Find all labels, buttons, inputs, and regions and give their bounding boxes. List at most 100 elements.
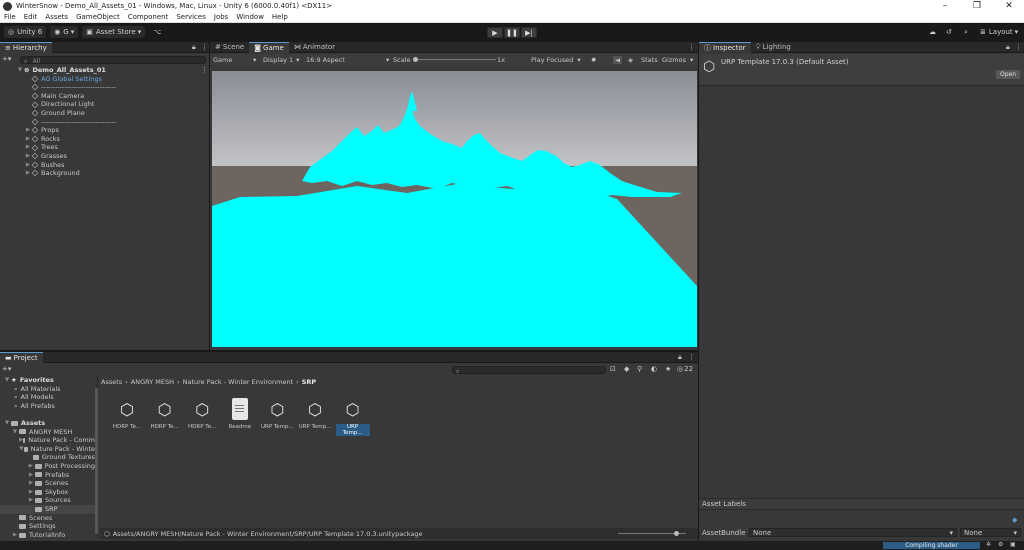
hierarchy-item[interactable]: ▶ Background [24, 169, 204, 178]
project-tree-item[interactable]: SRP [0, 505, 95, 514]
menu-component[interactable]: Component [124, 13, 173, 21]
hierarchy-item[interactable]: Directional Light [24, 100, 204, 109]
fold-closed-icon[interactable]: ▶ [27, 471, 35, 480]
asset-item[interactable]: ⬡ HDRP Te... [148, 396, 182, 431]
breadcrumb-srp[interactable]: SRP [302, 378, 316, 386]
lock-icon[interactable]: 🔒︎ [1006, 43, 1010, 52]
search-by-label-icon[interactable]: ◆ [624, 365, 629, 373]
project-tree-item[interactable]: ▶ Nature Pack - Comm [19, 436, 95, 445]
project-tree-item[interactable]: ▼ Assets [3, 419, 95, 428]
aspect-dropdown[interactable]: 16:9 Aspect ▾ [306, 56, 389, 64]
open-button[interactable]: Open [996, 70, 1020, 79]
unity-version-button[interactable]: ◎ Unity 6 [4, 26, 47, 38]
fold-open-icon[interactable]: ▼ [11, 428, 19, 437]
hierarchy-item[interactable]: ▶ Props [24, 126, 204, 135]
project-tree-item[interactable]: ▼ Nature Pack - Winte [19, 445, 95, 454]
tab-lighting[interactable]: 💡︎ Lighting [751, 42, 796, 53]
hierarchy-item[interactable]: -------------------------------- [24, 118, 204, 127]
add-object-button[interactable]: +▾ [2, 55, 11, 63]
hierarchy-item[interactable]: Ground Plane [24, 109, 204, 118]
tab-inspector[interactable]: ⓘ Inspector [699, 41, 751, 53]
visibility-count[interactable]: ◎ 22 [677, 365, 693, 373]
asset-bundle-dropdown[interactable]: None ▾ [749, 528, 957, 537]
step-button[interactable]: ▶| [521, 27, 537, 38]
asset-item[interactable]: ⬡ URP Temp... [260, 396, 294, 431]
project-tree-item[interactable]: Scenes [11, 514, 95, 523]
version-control-button[interactable]: ⌥ [149, 26, 165, 38]
menu-jobs[interactable]: Jobs [210, 13, 232, 21]
fold-closed-icon[interactable]: ▶ [27, 496, 35, 505]
project-tree-item[interactable]: Settings [11, 522, 95, 531]
project-tree-item[interactable]: ▶ Prefabs [27, 471, 95, 480]
project-tree-item[interactable]: ▶ Post Processing [27, 462, 95, 471]
asset-item[interactable]: ⬡ HDRP Te... [110, 396, 144, 431]
tab-animator[interactable]: ⋈ Animator [289, 42, 340, 53]
hierarchy-item[interactable]: Main Camera [24, 92, 204, 101]
favorite-item[interactable]: ⌕ All Models [14, 393, 54, 402]
display-dropdown[interactable]: Display 1 ▾ [263, 56, 299, 64]
breadcrumb-angry-mesh[interactable]: ANGRY MESH [131, 378, 174, 386]
mute-audio-button[interactable]: ◄ [613, 55, 622, 64]
more-icon[interactable]: ⋮ [688, 353, 695, 361]
close-icon[interactable]: ✕ [994, 0, 1024, 12]
bug-icon[interactable]: ✹ [591, 56, 596, 64]
more-icon[interactable]: ⋮ [688, 43, 695, 51]
layers-icon[interactable]: ◈ [628, 56, 633, 64]
menu-assets[interactable]: Assets [41, 13, 72, 21]
fold-closed-icon[interactable]: ▶ [24, 152, 32, 161]
project-tree-item[interactable]: ▶ Skybox [27, 488, 95, 497]
menu-window[interactable]: Window [232, 13, 268, 21]
maximize-icon[interactable]: ❐ [962, 0, 992, 12]
fold-closed-icon[interactable]: ▶ [11, 531, 19, 540]
hierarchy-item[interactable]: AG Global Settings [24, 75, 204, 84]
project-tree-item[interactable]: ▶ Scenes [27, 479, 95, 488]
hierarchy-item[interactable]: ▶ Rocks [24, 135, 204, 144]
more-icon[interactable]: ⋮ [201, 43, 208, 51]
asset-item[interactable]: ⬡ HDRP Te... [185, 396, 219, 431]
tab-hierarchy[interactable]: ≡ Hierarchy [0, 41, 52, 53]
favorite-item[interactable]: ⌕ All Materials [14, 385, 61, 394]
menu-services[interactable]: Services [172, 13, 210, 21]
game-viewport[interactable] [212, 71, 697, 347]
favorite-star-icon[interactable]: ★ [665, 365, 671, 373]
play-button[interactable]: ▶ [487, 27, 503, 38]
more-icon[interactable]: ⋮ [1015, 43, 1022, 51]
icon-size-slider-handle[interactable] [674, 531, 679, 536]
history-button[interactable]: ↺ [942, 26, 956, 38]
project-tree-item[interactable]: ▶ TutorialInfo [11, 531, 95, 540]
minimize-icon[interactable]: – [930, 0, 960, 12]
project-tree-item[interactable]: Ground Textures [27, 453, 95, 462]
project-tree-item[interactable]: ▼ ANGRY MESH [11, 428, 95, 437]
menu-edit[interactable]: Edit [20, 13, 42, 21]
pause-button[interactable]: ❚❚ [504, 27, 520, 38]
tree-scrollbar[interactable] [95, 388, 98, 534]
scale-slider[interactable] [414, 59, 496, 60]
fold-closed-icon[interactable]: ▶ [27, 462, 35, 471]
search-by-type-icon[interactable]: ⊡ [610, 365, 616, 373]
favorite-item[interactable]: ⌕ All Prefabs [14, 402, 55, 411]
fold-open-icon[interactable]: ▼ [19, 445, 24, 454]
menu-file[interactable]: File [0, 13, 20, 21]
filter-icon[interactable]: ⚲ [637, 365, 642, 373]
account-button[interactable]: ◉ G ▾ [50, 26, 79, 38]
search-button[interactable]: ⌕ [960, 26, 972, 38]
tab-scene[interactable]: # Scene [210, 42, 249, 53]
label-tag-icon[interactable]: ◆ [1012, 516, 1017, 524]
scene-menu-icon[interactable]: ⋮ [201, 66, 208, 74]
asset-store-button[interactable]: ▣ Asset Store ▾ [82, 26, 146, 38]
asset-variant-dropdown[interactable]: None ▾ [960, 528, 1021, 537]
lock-icon[interactable]: 🔒︎ [678, 353, 682, 362]
fold-closed-icon[interactable]: ▶ [27, 488, 35, 497]
fold-closed-icon[interactable]: ▶ [24, 169, 32, 178]
lock-icon[interactable]: 🔒︎ [192, 43, 196, 52]
hidden-packages-icon[interactable]: ◐ [651, 365, 657, 373]
project-tree-item[interactable]: ▶ Sources [27, 496, 95, 505]
chevron-down-icon[interactable]: ▾ [690, 56, 693, 64]
menu-gameobject[interactable]: GameObject [72, 13, 124, 21]
project-search-input[interactable]: ⌕ [452, 366, 606, 375]
game-view-dropdown[interactable]: Game ▾ [213, 56, 256, 64]
stats-button[interactable]: Stats [641, 56, 658, 64]
hierarchy-item[interactable]: ▶ Grasses [24, 152, 204, 161]
favorites-header[interactable]: ▼ ★ Favorites [3, 376, 54, 385]
scene-root[interactable]: ▼ ⊛ Demo_All_Assets_01 [16, 66, 106, 75]
